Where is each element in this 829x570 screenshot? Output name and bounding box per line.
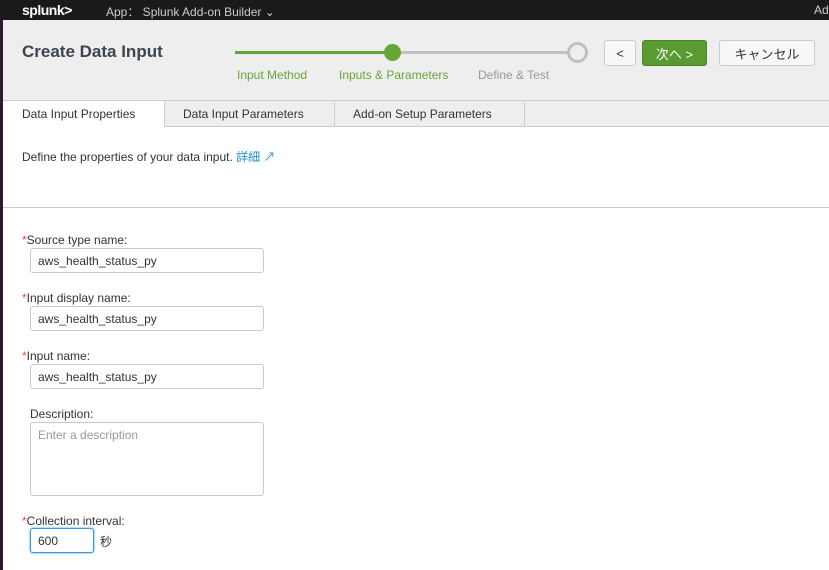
step-define-test: Define & Test bbox=[478, 68, 550, 82]
description-label: Define the properties of your data input… bbox=[22, 150, 233, 164]
tab-data-input-parameters[interactable]: Data Input Parameters bbox=[165, 101, 335, 127]
description-text: Define the properties of your data input… bbox=[22, 148, 276, 165]
tab-data-input-properties[interactable]: Data Input Properties bbox=[3, 101, 165, 127]
progress-done bbox=[235, 51, 392, 54]
step-inputs-parameters: Inputs & Parameters bbox=[339, 68, 449, 82]
next-button[interactable]: 次へ > bbox=[642, 40, 707, 66]
source-type-label: *Source type name: bbox=[22, 233, 128, 247]
user-menu[interactable]: Ad bbox=[814, 3, 829, 17]
description-textarea[interactable]: Enter a description bbox=[30, 422, 264, 496]
tab-bar: Data Input Properties Data Input Paramet… bbox=[3, 101, 829, 127]
top-bar: splunk> App： Splunk Add-on Builder ⌄ Ad bbox=[0, 0, 829, 20]
interval-label: *Collection interval: bbox=[22, 514, 125, 528]
input-name-label: *Input name: bbox=[22, 349, 91, 363]
splunk-logo[interactable]: splunk> bbox=[22, 2, 72, 18]
input-name-input[interactable]: aws_health_status_py bbox=[30, 364, 264, 389]
step-input-method: Input Method bbox=[237, 68, 308, 82]
display-name-label: *Input display name: bbox=[22, 291, 131, 305]
external-link-icon: ↗ bbox=[263, 150, 276, 164]
back-button[interactable]: < bbox=[604, 40, 636, 66]
step-dot-todo bbox=[567, 42, 588, 63]
interval-input[interactable]: 600 bbox=[30, 528, 94, 553]
step-dot-active bbox=[384, 44, 401, 61]
page-title: Create Data Input bbox=[22, 42, 163, 61]
tab-add-on-setup-parameters[interactable]: Add-on Setup Parameters bbox=[335, 101, 525, 127]
description-field-label: Description: bbox=[30, 407, 94, 421]
cancel-button[interactable]: キャンセル bbox=[719, 40, 815, 66]
progress-remaining bbox=[392, 51, 570, 54]
app-menu[interactable]: App： Splunk Add-on Builder ⌄ bbox=[106, 3, 275, 20]
details-link[interactable]: 詳細 ↗ bbox=[236, 150, 275, 164]
wizard-header: Create Data Input Input Method Inputs & … bbox=[3, 20, 829, 101]
display-name-input[interactable]: aws_health_status_py bbox=[30, 306, 264, 331]
interval-unit: 秒 bbox=[100, 535, 113, 549]
divider bbox=[3, 207, 829, 208]
source-type-input[interactable]: aws_health_status_py bbox=[30, 248, 264, 273]
